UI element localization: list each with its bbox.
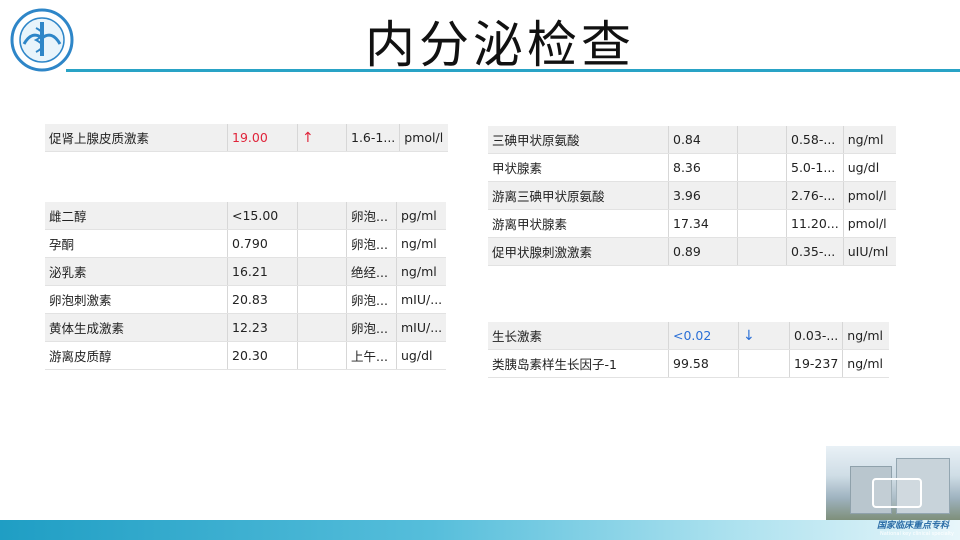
- table-row: 卵泡刺激素 20.83 卵泡... mIU/...: [45, 285, 447, 314]
- table-row: 生长激素 <0.02 ↓ 0.03-... ng/ml: [488, 322, 890, 350]
- test-name: 三碘甲状原氨酸: [488, 126, 669, 154]
- arrow-down-icon: ↓: [738, 322, 790, 350]
- table-row: 游离皮质醇 20.30 上午... ug/dl: [45, 341, 447, 370]
- test-value: 99.58: [668, 349, 739, 378]
- sex-hormone-table: 雌二醇 <15.00 卵泡... pg/ml 孕酮 0.790 卵泡... ng…: [45, 202, 447, 370]
- flag: [737, 181, 787, 210]
- test-name: 雌二醇: [45, 202, 228, 230]
- table-row: 泌乳素 16.21 绝经... ng/ml: [45, 257, 447, 286]
- unit: ng/ml: [843, 126, 896, 154]
- flag: [297, 229, 347, 258]
- test-value: 17.34: [668, 209, 738, 238]
- reference-range: 2.76-...: [786, 181, 844, 210]
- test-name: 促甲状腺刺激激素: [488, 237, 669, 266]
- flag: [297, 341, 347, 370]
- test-value: 8.36: [668, 153, 738, 182]
- reference-range: 卵泡...: [346, 229, 397, 258]
- unit: ng/ml: [842, 349, 890, 378]
- reference-range: 19-237: [789, 349, 844, 378]
- unit: uIU/ml: [843, 237, 896, 266]
- unit: pmol/l: [843, 181, 896, 210]
- flag: [737, 153, 787, 182]
- flag: [297, 257, 347, 286]
- unit: ng/ml: [842, 322, 890, 350]
- table-row: 游离三碘甲状原氨酸 3.96 2.76-... pmol/l: [488, 181, 896, 210]
- reference-range: 0.03-...: [789, 322, 844, 350]
- unit: pmol/l: [399, 124, 449, 152]
- table-row: 促甲状腺刺激激素 0.89 0.35-... uIU/ml: [488, 237, 896, 266]
- growth-hormone-table: 生长激素 <0.02 ↓ 0.03-... ng/ml 类胰岛素样生长因子-1 …: [488, 322, 890, 378]
- thyroid-table: 三碘甲状原氨酸 0.84 0.58-... ng/ml 甲状腺素 8.36 5.…: [488, 126, 896, 266]
- test-value: <15.00: [227, 202, 298, 230]
- test-name: 促肾上腺皮质激素: [45, 124, 228, 152]
- test-value: 0.84: [668, 126, 738, 154]
- test-value: 0.89: [668, 237, 738, 266]
- test-name: 甲状腺素: [488, 153, 669, 182]
- flag: [737, 209, 787, 238]
- reference-range: 11.20...: [786, 209, 844, 238]
- test-name: 生长激素: [488, 322, 669, 350]
- reference-range: 0.58-...: [786, 126, 844, 154]
- test-name: 黄体生成激素: [45, 313, 228, 342]
- flag: [737, 237, 787, 266]
- table-row: 促肾上腺皮质激素 19.00 ↑ 1.6-1... pmol/l: [45, 124, 449, 152]
- flag: [737, 126, 787, 154]
- reference-range: 卵泡...: [346, 313, 397, 342]
- reference-range: 上午...: [346, 341, 397, 370]
- test-name: 游离甲状腺素: [488, 209, 669, 238]
- test-value: 16.21: [227, 257, 298, 286]
- test-value: <0.02: [668, 322, 739, 350]
- unit: ug/dl: [843, 153, 896, 182]
- footer-caption: 国家临床重点专科: [876, 521, 949, 531]
- table-row: 黄体生成激素 12.23 卵泡... mIU/...: [45, 313, 447, 342]
- unit: ng/ml: [396, 257, 447, 286]
- table-row: 游离甲状腺素 17.34 11.20... pmol/l: [488, 209, 896, 238]
- test-value: 0.790: [227, 229, 298, 258]
- unit: mIU/...: [396, 285, 447, 314]
- test-value: 3.96: [668, 181, 738, 210]
- test-name: 卵泡刺激素: [45, 285, 228, 314]
- frame-icon: [872, 478, 922, 508]
- unit: ug/dl: [396, 341, 447, 370]
- reference-range: 0.35-...: [786, 237, 844, 266]
- test-value: 20.30: [227, 341, 298, 370]
- flag: [297, 285, 347, 314]
- table-row: 类胰岛素样生长因子-1 99.58 19-237 ng/ml: [488, 349, 890, 378]
- test-name: 类胰岛素样生长因子-1: [488, 349, 669, 378]
- flag: [297, 313, 347, 342]
- hospital-building-image: [826, 446, 960, 520]
- test-name: 泌乳素: [45, 257, 228, 286]
- unit: mIU/...: [396, 313, 447, 342]
- reference-range: 1.6-1...: [346, 124, 401, 152]
- hospital-logo: [10, 8, 74, 72]
- reference-range: 卵泡...: [346, 202, 397, 230]
- reference-range: 卵泡...: [346, 285, 397, 314]
- footer-bar: [0, 520, 960, 540]
- test-name: 孕酮: [45, 229, 228, 258]
- acth-table: 促肾上腺皮质激素 19.00 ↑ 1.6-1... pmol/l: [45, 124, 449, 152]
- table-row: 甲状腺素 8.36 5.0-1... ug/dl: [488, 153, 896, 182]
- footer-subcaption: National key clinical specialty: [880, 531, 955, 537]
- title-divider: [66, 69, 960, 72]
- unit: pmol/l: [843, 209, 896, 238]
- test-name: 游离皮质醇: [45, 341, 228, 370]
- reference-range: 绝经...: [346, 257, 397, 286]
- reference-range: 5.0-1...: [786, 153, 844, 182]
- table-row: 三碘甲状原氨酸 0.84 0.58-... ng/ml: [488, 126, 896, 154]
- test-value: 19.00: [227, 124, 298, 152]
- table-row: 雌二醇 <15.00 卵泡... pg/ml: [45, 202, 447, 230]
- table-row: 孕酮 0.790 卵泡... ng/ml: [45, 229, 447, 258]
- unit: ng/ml: [396, 229, 447, 258]
- test-value: 20.83: [227, 285, 298, 314]
- flag: [738, 349, 790, 378]
- flag: [297, 202, 347, 230]
- arrow-up-icon: ↑: [297, 124, 347, 152]
- unit: pg/ml: [396, 202, 447, 230]
- test-value: 12.23: [227, 313, 298, 342]
- test-name: 游离三碘甲状原氨酸: [488, 181, 669, 210]
